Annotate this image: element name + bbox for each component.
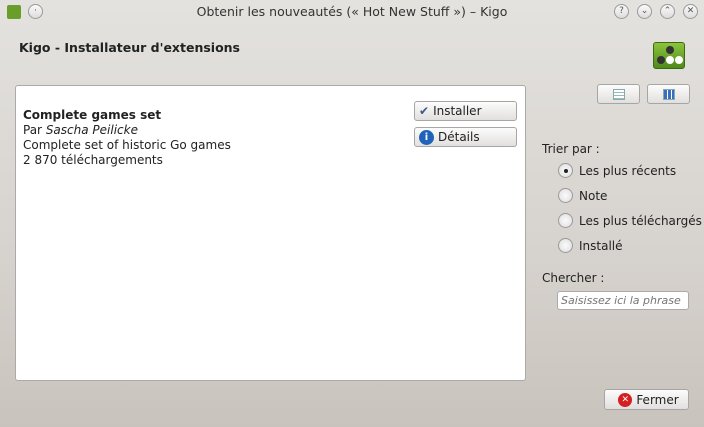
item-summary: Complete set of historic Go games [23, 138, 231, 152]
radio-recent[interactable] [558, 163, 573, 178]
radio-installed[interactable] [558, 238, 573, 253]
option-label: Les plus téléchargés [579, 213, 702, 228]
option-label: Installé [579, 238, 623, 253]
list-view-icon [612, 88, 625, 100]
radio-rating[interactable] [558, 188, 573, 203]
dialog-title: Kigo - Installateur d'extensions [19, 40, 240, 55]
maximize-button[interactable]: ⌃ [660, 4, 675, 19]
install-button[interactable]: ✔ Installer [414, 101, 517, 121]
sort-option-downloads[interactable]: Les plus téléchargés [558, 213, 702, 228]
window-title: Obtenir les nouveautés (« Hot New Stuff … [196, 4, 508, 19]
search-label: Chercher : [542, 271, 605, 285]
sort-option-installed[interactable]: Installé [558, 238, 623, 253]
checkmark-icon: ✔ [419, 104, 430, 118]
sort-option-rating[interactable]: Note [558, 188, 607, 203]
item-author: Par Sascha Peilicke [23, 123, 231, 138]
title-bar: · Obtenir les nouveautés (« Hot New Stuf… [0, 0, 704, 24]
close-icon: ✕ [618, 392, 633, 407]
minimize-button[interactable]: ⌄ [637, 4, 652, 19]
sort-label: Trier par : [542, 142, 600, 156]
icon-view-button[interactable] [647, 84, 690, 104]
close-window-button[interactable]: ✕ [683, 4, 698, 19]
item-downloads: 2 870 téléchargements [23, 153, 163, 167]
info-icon: i [419, 129, 434, 145]
item-name: Complete games set [23, 108, 162, 122]
close-label: Fermer [636, 392, 679, 407]
details-button[interactable]: i Détails [414, 127, 517, 147]
author-prefix: Par [23, 123, 46, 137]
author-name: Sascha Peilicke [45, 123, 138, 137]
sort-option-recent[interactable]: Les plus récents [558, 163, 676, 178]
close-button[interactable]: ✕ Fermer [604, 389, 689, 410]
kigo-logo-icon [653, 42, 685, 69]
search-input[interactable] [557, 291, 689, 310]
radio-downloads[interactable] [558, 213, 573, 228]
details-label: Détails [438, 130, 480, 144]
list-view-button[interactable] [597, 84, 640, 104]
help-button[interactable]: ? [614, 4, 629, 19]
icon-view-icon [662, 88, 675, 100]
results-list[interactable]: Complete games set Par Sascha Peilicke C… [15, 85, 526, 381]
option-label: Note [579, 188, 608, 203]
option-label: Les plus récents [579, 163, 677, 178]
install-label: Installer [433, 104, 482, 118]
list-item[interactable]: Complete games set Par Sascha Peilicke C… [23, 108, 231, 168]
